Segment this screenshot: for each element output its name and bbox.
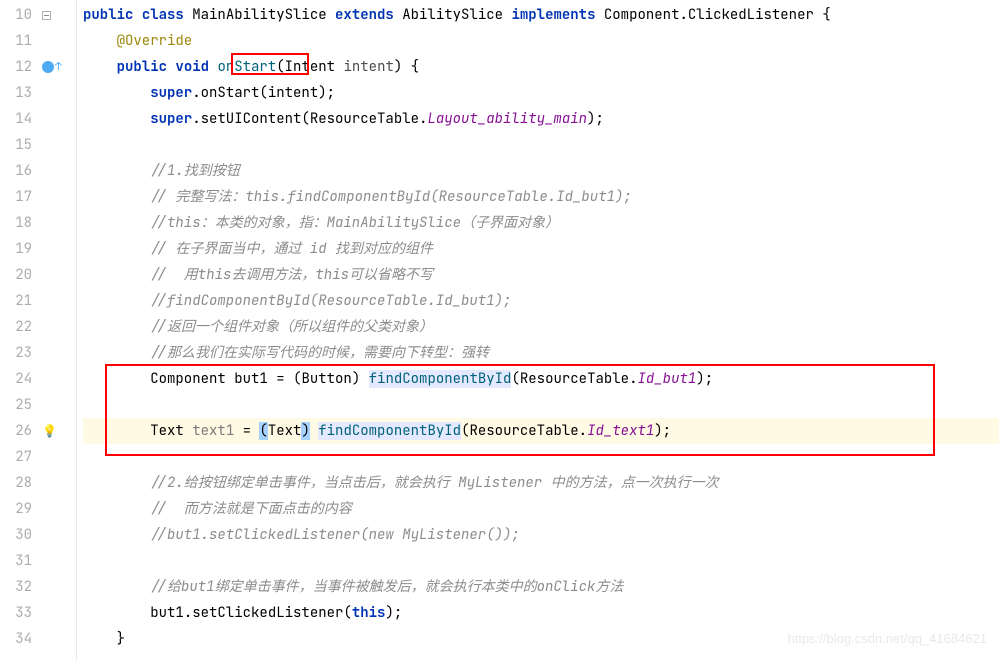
code-line[interactable]: //but1.setClickedListener(new MyListener… xyxy=(83,522,999,548)
code-line[interactable]: //1.找到按钮 xyxy=(83,158,999,184)
code-line[interactable]: // 完整写法：this.findComponentById(ResourceT… xyxy=(83,184,999,210)
override-icon[interactable] xyxy=(42,61,54,73)
code-line[interactable] xyxy=(83,392,999,418)
code-line[interactable]: super.onStart(intent); xyxy=(83,80,999,106)
code-line[interactable] xyxy=(83,132,999,158)
line-num: 18 xyxy=(4,210,32,236)
code-area[interactable]: public class MainAbilitySlice extends Ab… xyxy=(77,0,999,660)
line-num: 11 xyxy=(4,28,32,54)
fold-icon[interactable] xyxy=(42,11,51,20)
code-line[interactable]: //返回一个组件对象（所以组件的父类对象） xyxy=(83,314,999,340)
line-num: 13 xyxy=(4,80,32,106)
code-line[interactable]: // 而方法就是下面点击的内容 xyxy=(83,496,999,522)
line-num: 17 xyxy=(4,184,32,210)
code-line[interactable]: but1.setClickedListener(this); xyxy=(83,600,999,626)
line-num: 31 xyxy=(4,548,32,574)
line-num: 21 xyxy=(4,288,32,314)
code-line[interactable]: //给but1绑定单击事件，当事件被触发后，就会执行本类中的onClick方法 xyxy=(83,574,999,600)
code-line[interactable]: @Override xyxy=(83,28,999,54)
line-num: 10 xyxy=(4,2,32,28)
code-line[interactable]: public class MainAbilitySlice extends Ab… xyxy=(83,2,999,28)
code-line[interactable] xyxy=(83,548,999,574)
line-numbers: 10 11 12 13 14 15 16 17 18 19 20 21 22 2… xyxy=(0,0,40,660)
code-line[interactable]: //2.给按钮绑定单击事件，当点击后，就会执行 MyListener 中的方法，… xyxy=(83,470,999,496)
code-line[interactable]: // 在子界面当中，通过 id 找到对应的组件 xyxy=(83,236,999,262)
up-arrow-icon: ↑ xyxy=(55,60,62,74)
line-num: 28 xyxy=(4,470,32,496)
line-num: 29 xyxy=(4,496,32,522)
line-num: 24 xyxy=(4,366,32,392)
line-num: 14 xyxy=(4,106,32,132)
code-line[interactable]: public void onStart(Intent intent) { xyxy=(83,54,999,80)
line-num: 34 xyxy=(4,626,32,652)
line-num: 23 xyxy=(4,340,32,366)
code-line[interactable]: //findComponentById(ResourceTable.Id_but… xyxy=(83,288,999,314)
line-num: 25 xyxy=(4,392,32,418)
line-num: 12 xyxy=(4,54,32,80)
line-num: 20 xyxy=(4,262,32,288)
gutter: 10 11 12 13 14 15 16 17 18 19 20 21 22 2… xyxy=(0,0,77,660)
line-num: 26 xyxy=(4,418,32,444)
line-num: 22 xyxy=(4,314,32,340)
code-line-current[interactable]: Text text1 = (Text) findComponentById(Re… xyxy=(83,418,999,444)
line-num: 19 xyxy=(4,236,32,262)
code-editor[interactable]: 10 11 12 13 14 15 16 17 18 19 20 21 22 2… xyxy=(0,0,999,660)
line-num: 15 xyxy=(4,132,32,158)
line-num: 33 xyxy=(4,600,32,626)
line-num: 30 xyxy=(4,522,32,548)
code-line[interactable]: Component but1 = (Button) findComponentB… xyxy=(83,366,999,392)
line-num: 27 xyxy=(4,444,32,470)
gutter-icons: ↑ 💡 xyxy=(40,0,76,660)
code-line[interactable]: } xyxy=(83,626,999,652)
line-num: 32 xyxy=(4,574,32,600)
lightbulb-icon[interactable]: 💡 xyxy=(42,423,57,439)
code-line[interactable]: // 用this去调用方法，this可以省略不写 xyxy=(83,262,999,288)
code-line[interactable]: //this：本类的对象，指：MainAbilitySlice（子界面对象） xyxy=(83,210,999,236)
code-line[interactable] xyxy=(83,444,999,470)
code-line[interactable]: super.setUIContent(ResourceTable.Layout_… xyxy=(83,106,999,132)
code-line[interactable]: //那么我们在实际写代码的时候，需要向下转型：强转 xyxy=(83,340,999,366)
line-num: 16 xyxy=(4,158,32,184)
